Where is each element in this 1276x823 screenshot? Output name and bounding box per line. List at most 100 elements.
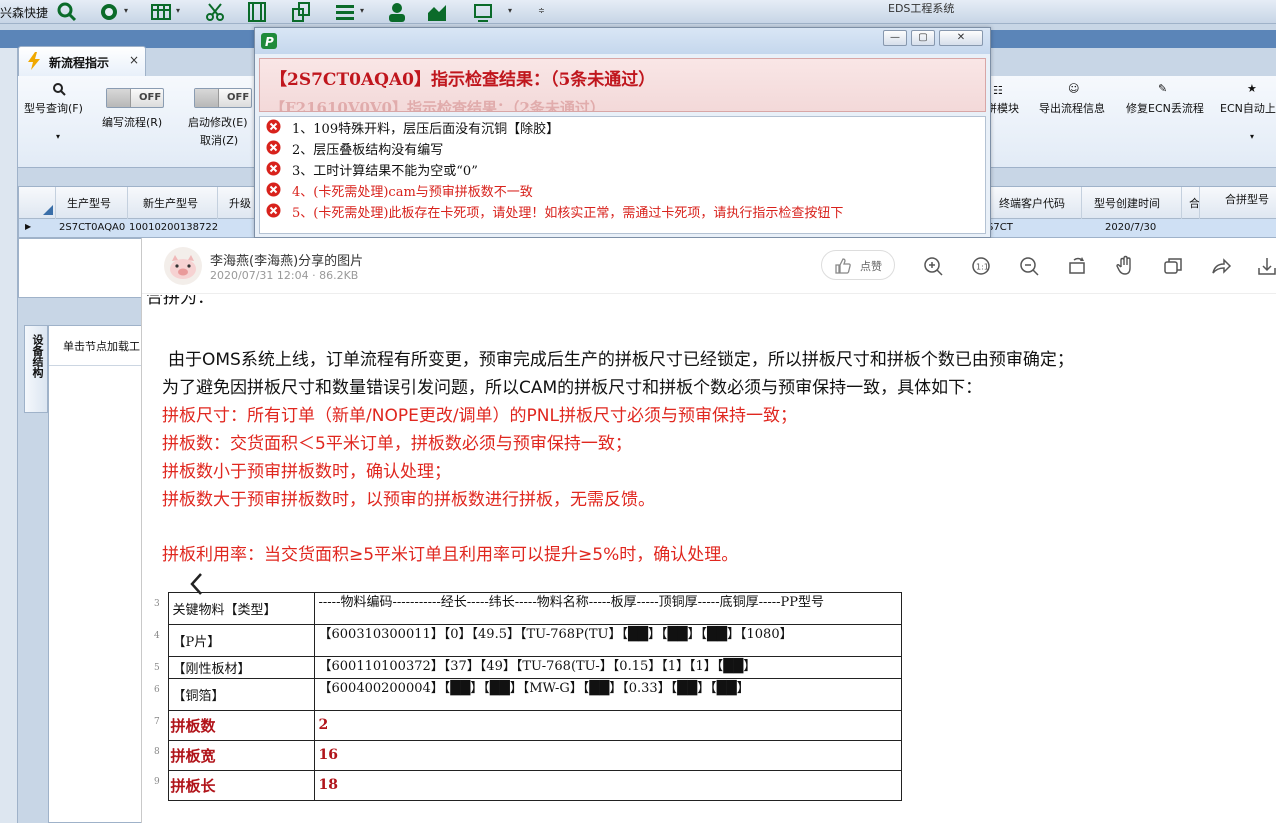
chevron-down-icon[interactable]: ▾ — [56, 132, 60, 141]
table-row: 8 拼板宽 16 — [154, 740, 902, 771]
share-icon[interactable] — [1210, 255, 1232, 277]
author-name: 李海燕(李海燕)分享的图片 — [210, 254, 364, 269]
list-item[interactable]: 2、层压叠板结构没有编写 — [266, 138, 985, 158]
scissors-icon[interactable] — [204, 1, 226, 23]
table-key: 拼板数 — [167, 710, 315, 741]
export-icon: ☺ — [1068, 82, 1080, 95]
row-number: 4 — [154, 630, 160, 641]
table-icon[interactable] — [150, 1, 172, 23]
cancel-label: 取消(Z) — [200, 134, 239, 147]
maximize-button[interactable]: ▢ — [911, 30, 935, 46]
quick-access-title: 兴森快捷 — [0, 6, 49, 20]
cell-created[interactable]: 2020/7/30 — [1105, 222, 1156, 233]
error-icon — [266, 119, 281, 134]
grid-blank-area — [18, 238, 143, 298]
paragraph: 拼板利用率：当交货面积≥5平米订单且利用率可以提升≥5%时，确认处理。 — [162, 545, 739, 565]
hand-icon[interactable] — [1114, 255, 1136, 277]
dialog-ghost-title: 【F21610V0V0】指示检查结果：（2条未通过） — [270, 99, 605, 112]
list-item[interactable]: 4、(卡死需处理)cam与预审拼板数不一致 — [266, 180, 985, 200]
column-header[interactable]: 生产型号 — [67, 195, 111, 211]
table-row: 6 【铜箔】 【600400200004】【██】【██】【MW-G】【██】【… — [154, 678, 902, 711]
left-dock-strip — [0, 48, 18, 823]
ribbon-item-repair-ecn[interactable]: 修复ECN丢流程 — [1126, 100, 1204, 116]
close-button[interactable]: ✕ — [939, 30, 983, 46]
chevron-down-icon[interactable]: ▾ — [176, 6, 180, 15]
list-item[interactable]: 1、109特殊开料，层压后面没有沉铜【除胶】 — [266, 117, 985, 137]
paragraph: 拼板数大于预审拼板数时，以预审的拼板数进行拼板，无需反馈。 — [162, 490, 655, 510]
ribbon-item-ecn-auto[interactable]: ECN自动上 — [1220, 100, 1276, 116]
dialog-header: 【2S7CT0AQA0】指示检查结果：（5条未通过） 【F21610V0V0】指… — [259, 58, 986, 112]
column-header[interactable]: 终端客户代码 — [999, 195, 1065, 211]
copy-icon[interactable] — [1162, 255, 1184, 277]
paragraph: 为了避免因拼板尺寸和数量错误引发问题，所以CAM的拼板尺寸和拼板个数必须与预审保… — [162, 378, 983, 398]
actual-size-icon[interactable]: 1:1 — [970, 255, 992, 277]
window-title: EDS工程系统 — [888, 2, 955, 15]
cell-prod-no[interactable]: 2S7CT0AQA0 — [59, 222, 125, 233]
dialog-titlebar[interactable]: P — ▢ ✕ — [255, 28, 990, 54]
tree-hint: 单击节点加载工 — [63, 340, 140, 353]
toggle-state: OFF — [139, 92, 162, 103]
search-icon[interactable] — [56, 1, 78, 23]
download-icon[interactable] — [1256, 255, 1276, 277]
side-tab-label: 设备结构 — [31, 334, 44, 378]
start-modify-toggle[interactable]: OFF — [194, 88, 252, 108]
user-icon[interactable] — [386, 1, 408, 23]
table-value: -----物料编码-----------经长-----纬长-----物料名称--… — [313, 592, 902, 625]
list-icon[interactable] — [334, 1, 356, 23]
window-icon[interactable] — [472, 1, 494, 23]
thumbs-up-icon — [835, 258, 851, 274]
svg-text:P: P — [265, 35, 274, 49]
list-item[interactable]: 5、(卡死需处理)此板存在卡死项，请处理！如核实正常，需通过卡死项，请执行指示检… — [266, 201, 985, 221]
area-chart-icon[interactable] — [426, 1, 448, 23]
paragraph: 由于OMS系统上线，订单流程有所变更，预审完成后生产的拼板尺寸已经锁定，所以拼板… — [168, 350, 1074, 370]
error-text: 4、(卡死需处理)cam与预审拼板数不一致 — [292, 185, 533, 200]
like-button[interactable]: 点赞 — [821, 250, 895, 280]
globe-icon[interactable] — [98, 1, 120, 23]
customize-toolbar-icon[interactable]: ≑ — [538, 6, 545, 15]
error-icon — [266, 182, 281, 197]
error-icon — [266, 140, 281, 155]
minimize-button[interactable]: — — [883, 30, 907, 46]
table-key: 关键物料【类型】 — [167, 592, 315, 625]
copy-icon[interactable] — [290, 1, 312, 23]
model-search-button[interactable]: 型号查询(F) — [24, 100, 83, 116]
column-header[interactable]: 升级 — [229, 195, 251, 211]
tab-new-process[interactable]: 新流程指示 × — [18, 46, 146, 76]
partial-text: 合拼为： — [146, 295, 214, 308]
film-icon[interactable] — [246, 1, 268, 23]
table-key: 拼板宽 — [167, 740, 315, 771]
write-process-toggle[interactable]: OFF — [106, 88, 164, 108]
chevron-down-icon[interactable]: ▾ — [1250, 132, 1254, 141]
toggle-knob — [107, 89, 131, 107]
image-content: 合拼为： 由于OMS系统上线，订单流程有所变更，预审完成后生产的拼板尺寸已经锁定… — [142, 295, 1276, 823]
error-text: 1、109特殊开料，层压后面没有沉铜【除胶】 — [292, 122, 560, 137]
paragraph: 拼板数：交货面积＜5平米订单，拼板数必须与预审保持一致； — [162, 434, 632, 454]
cell-new-prod-no[interactable]: 10010200138722 — [129, 222, 218, 233]
write-process-label: 编写流程(R) — [102, 116, 163, 129]
tree-panel: 单击节点加载工 — [48, 325, 143, 823]
zoom-out-icon[interactable] — [1018, 255, 1040, 277]
ribbon-item-export[interactable]: 导出流程信息 — [1039, 100, 1105, 116]
chevron-down-icon[interactable]: ▾ — [360, 6, 364, 15]
column-header[interactable]: 新生产型号 — [143, 195, 198, 211]
check-result-dialog: P — ▢ ✕ 【2S7CT0AQA0】指示检查结果：（5条未通过） 【F216… — [254, 27, 991, 238]
side-tab-device-structure[interactable]: 设备结构 — [24, 325, 48, 413]
paragraph: 拼板尺寸：所有订单（新单/NOPE更改/调单）的PNL拼板尺寸必须与预审保持一致… — [162, 406, 797, 426]
chevron-down-icon[interactable]: ▾ — [508, 6, 512, 15]
rotate-icon[interactable] — [1066, 255, 1088, 277]
avatar[interactable] — [164, 247, 202, 285]
close-icon[interactable]: × — [129, 53, 139, 67]
column-header[interactable]: 合拼型号 — [1225, 191, 1269, 207]
search-icon[interactable] — [52, 82, 66, 96]
column-header[interactable]: 型号创建时间 — [1094, 195, 1160, 211]
quick-access-toolbar: 兴森快捷 ▾ ▾ ▾ ▾ ≑ EDS工程系统 — [0, 0, 1276, 24]
list-item[interactable]: 3、工时计算结果不能为空或“0” — [266, 159, 985, 179]
chevron-down-icon[interactable]: ▾ — [124, 6, 128, 15]
table-value: 【600310300011】【0】【49.5】【TU-768P(TU】【██】【… — [313, 624, 902, 657]
error-icon — [266, 161, 281, 176]
error-icon — [266, 203, 281, 218]
like-label: 点赞 — [860, 260, 882, 273]
svg-text:1:1: 1:1 — [976, 263, 989, 272]
table-key: 【P片】 — [167, 624, 315, 657]
zoom-in-icon[interactable] — [922, 255, 944, 277]
